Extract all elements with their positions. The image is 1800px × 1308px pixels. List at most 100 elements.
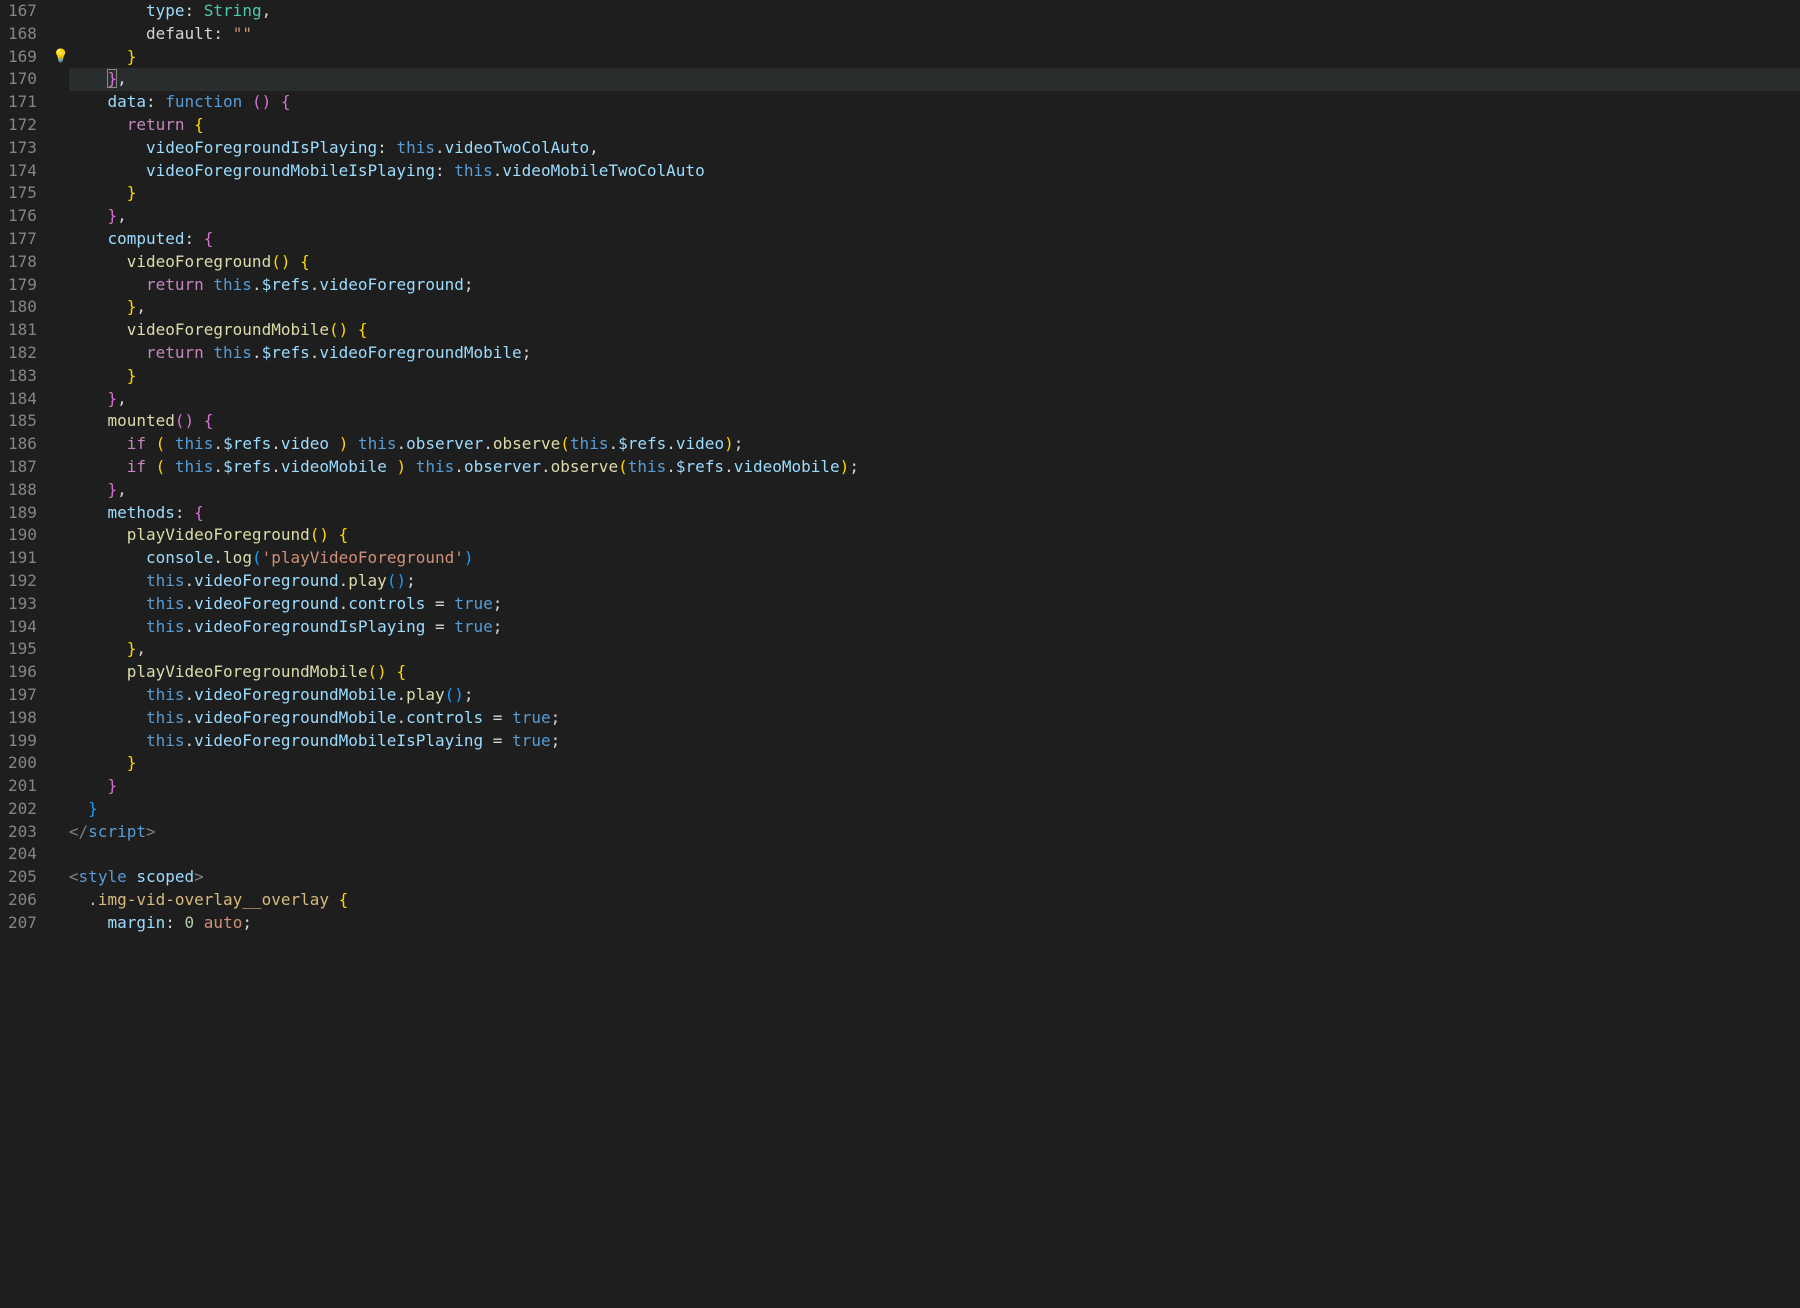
line-number[interactable]: 169 <box>8 46 37 69</box>
line-number[interactable]: 182 <box>8 342 37 365</box>
line-number[interactable]: 188 <box>8 479 37 502</box>
fold-cell <box>55 114 69 137</box>
code-line[interactable]: } <box>69 46 1800 69</box>
code-line[interactable]: playVideoForegroundMobile() { <box>69 661 1800 684</box>
code-line[interactable]: </script> <box>69 821 1800 844</box>
line-number[interactable]: 202 <box>8 798 37 821</box>
fold-cell <box>55 410 69 433</box>
fold-cell <box>55 502 69 525</box>
fold-cell <box>55 365 69 388</box>
fold-cell <box>55 889 69 912</box>
code-line[interactable]: this.videoForegroundMobile.play(); <box>69 684 1800 707</box>
line-number[interactable]: 186 <box>8 433 37 456</box>
code-line[interactable]: margin: 0 auto; <box>69 912 1800 935</box>
fold-cell <box>55 182 69 205</box>
line-number[interactable]: 170 <box>8 68 37 91</box>
fold-cell <box>55 23 69 46</box>
line-number[interactable]: 178 <box>8 251 37 274</box>
code-line[interactable]: } <box>69 182 1800 205</box>
code-line[interactable]: videoForegroundMobile() { <box>69 319 1800 342</box>
line-number[interactable]: 177 <box>8 228 37 251</box>
line-number[interactable]: 191 <box>8 547 37 570</box>
code-line[interactable]: }, <box>69 296 1800 319</box>
line-number[interactable]: 192 <box>8 570 37 593</box>
code-line[interactable]: videoForeground() { <box>69 251 1800 274</box>
line-number[interactable]: 196 <box>8 661 37 684</box>
line-number[interactable]: 175 <box>8 182 37 205</box>
code-line[interactable]: }, <box>69 68 1800 91</box>
code-line[interactable]: }, <box>69 638 1800 661</box>
line-number[interactable]: 193 <box>8 593 37 616</box>
code-line[interactable]: data: function () { <box>69 91 1800 114</box>
line-number[interactable]: 181 <box>8 319 37 342</box>
code-line[interactable]: this.videoForeground.play(); <box>69 570 1800 593</box>
code-line[interactable]: } <box>69 798 1800 821</box>
code-line[interactable]: <style scoped> <box>69 866 1800 889</box>
code-line[interactable]: if ( this.$refs.videoMobile ) this.obser… <box>69 456 1800 479</box>
code-line[interactable]: this.videoForegroundMobile.controls = tr… <box>69 707 1800 730</box>
code-line[interactable]: return { <box>69 114 1800 137</box>
line-number[interactable]: 174 <box>8 160 37 183</box>
line-number[interactable]: 173 <box>8 137 37 160</box>
code-line[interactable]: console.log('playVideoForeground') <box>69 547 1800 570</box>
line-number[interactable]: 168 <box>8 23 37 46</box>
fold-cell <box>55 570 69 593</box>
code-line[interactable]: videoForegroundMobileIsPlaying: this.vid… <box>69 160 1800 183</box>
line-number[interactable]: 203 <box>8 821 37 844</box>
code-line[interactable]: this.videoForeground.controls = true; <box>69 593 1800 616</box>
code-line[interactable]: return this.$refs.videoForegroundMobile; <box>69 342 1800 365</box>
code-line[interactable]: default: "" <box>69 23 1800 46</box>
line-number[interactable]: 183 <box>8 365 37 388</box>
line-number[interactable]: 200 <box>8 752 37 775</box>
code-line[interactable]: }, <box>69 388 1800 411</box>
folding-column[interactable]: 💡 <box>55 0 69 1308</box>
line-number[interactable]: 199 <box>8 730 37 753</box>
line-number-gutter[interactable]: 1671681691701711721731741751761771781791… <box>0 0 55 1308</box>
code-line[interactable]: } <box>69 775 1800 798</box>
fold-cell <box>55 775 69 798</box>
line-number[interactable]: 171 <box>8 91 37 114</box>
fold-cell <box>55 638 69 661</box>
line-number[interactable]: 207 <box>8 912 37 935</box>
line-number[interactable]: 205 <box>8 866 37 889</box>
line-number[interactable]: 195 <box>8 638 37 661</box>
code-line[interactable]: type: String, <box>69 0 1800 23</box>
code-line[interactable]: } <box>69 752 1800 775</box>
code-line[interactable]: .img-vid-overlay__overlay { <box>69 889 1800 912</box>
line-number[interactable]: 187 <box>8 456 37 479</box>
code-editor[interactable]: 1671681691701711721731741751761771781791… <box>0 0 1800 1308</box>
line-number[interactable]: 206 <box>8 889 37 912</box>
lightbulb-icon[interactable]: 💡 <box>54 46 68 69</box>
line-number[interactable]: 194 <box>8 616 37 639</box>
line-number[interactable]: 176 <box>8 205 37 228</box>
code-line[interactable] <box>69 843 1800 866</box>
fold-cell <box>55 866 69 889</box>
line-number[interactable]: 167 <box>8 0 37 23</box>
line-number[interactable]: 179 <box>8 274 37 297</box>
line-number[interactable]: 189 <box>8 502 37 525</box>
line-number[interactable]: 184 <box>8 388 37 411</box>
code-line[interactable]: playVideoForeground() { <box>69 524 1800 547</box>
fold-cell <box>55 160 69 183</box>
line-number[interactable]: 185 <box>8 410 37 433</box>
code-line[interactable]: }, <box>69 205 1800 228</box>
code-line[interactable]: return this.$refs.videoForeground; <box>69 274 1800 297</box>
code-line[interactable]: this.videoForegroundMobileIsPlaying = tr… <box>69 730 1800 753</box>
code-line[interactable]: this.videoForegroundIsPlaying = true; <box>69 616 1800 639</box>
code-line[interactable]: if ( this.$refs.video ) this.observer.ob… <box>69 433 1800 456</box>
code-line[interactable]: methods: { <box>69 502 1800 525</box>
line-number[interactable]: 190 <box>8 524 37 547</box>
line-number[interactable]: 172 <box>8 114 37 137</box>
code-line[interactable]: computed: { <box>69 228 1800 251</box>
code-line[interactable]: }, <box>69 479 1800 502</box>
code-line[interactable]: videoForegroundIsPlaying: this.videoTwoC… <box>69 137 1800 160</box>
code-content-area[interactable]: type: String, default: "" } }, data: fun… <box>69 0 1800 1308</box>
line-number[interactable]: 198 <box>8 707 37 730</box>
code-line[interactable]: mounted() { <box>69 410 1800 433</box>
line-number[interactable]: 180 <box>8 296 37 319</box>
line-number[interactable]: 197 <box>8 684 37 707</box>
code-line[interactable]: } <box>69 365 1800 388</box>
line-number[interactable]: 201 <box>8 775 37 798</box>
line-number[interactable]: 204 <box>8 843 37 866</box>
fold-cell <box>55 661 69 684</box>
